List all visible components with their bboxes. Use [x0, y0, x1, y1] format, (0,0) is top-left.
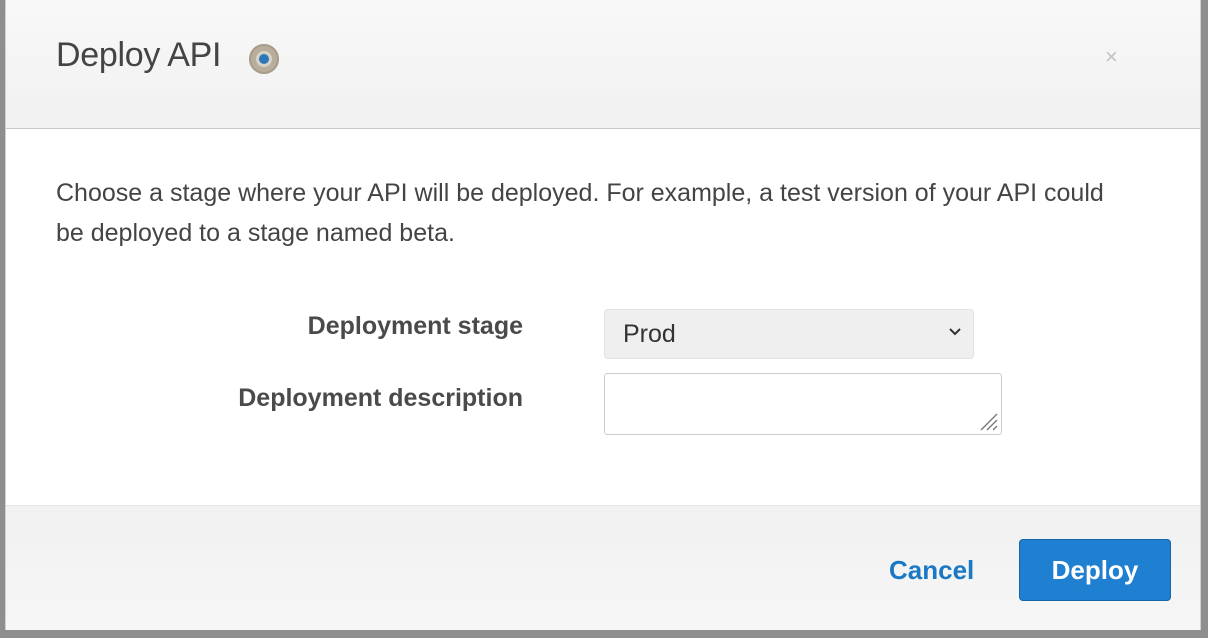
- dialog-title: Deploy API: [56, 36, 222, 74]
- deployment-description-label: Deployment description: [238, 384, 523, 412]
- deployment-stage-value: Prod: [623, 320, 676, 348]
- deployment-description-field[interactable]: [604, 373, 1002, 435]
- close-icon[interactable]: ×: [1105, 44, 1118, 70]
- resize-handle-icon[interactable]: [977, 410, 999, 432]
- dialog-body: Choose a stage where your API will be de…: [6, 129, 1200, 505]
- deploy-api-dialog: Deploy API × Choose a stage where your A…: [5, 0, 1201, 630]
- info-circle-icon[interactable]: [249, 44, 279, 74]
- deploy-button[interactable]: Deploy: [1019, 539, 1171, 601]
- deployment-stage-label: Deployment stage: [307, 312, 523, 340]
- cancel-button[interactable]: Cancel: [889, 555, 974, 586]
- deployment-stage-select[interactable]: Prod: [604, 309, 974, 359]
- dialog-header: Deploy API ×: [6, 0, 1200, 129]
- chevron-down-icon: [949, 328, 961, 336]
- dialog-footer: Cancel Deploy: [6, 505, 1200, 630]
- intro-text: Choose a stage where your API will be de…: [56, 179, 1104, 247]
- info-icon-dot: [259, 54, 269, 64]
